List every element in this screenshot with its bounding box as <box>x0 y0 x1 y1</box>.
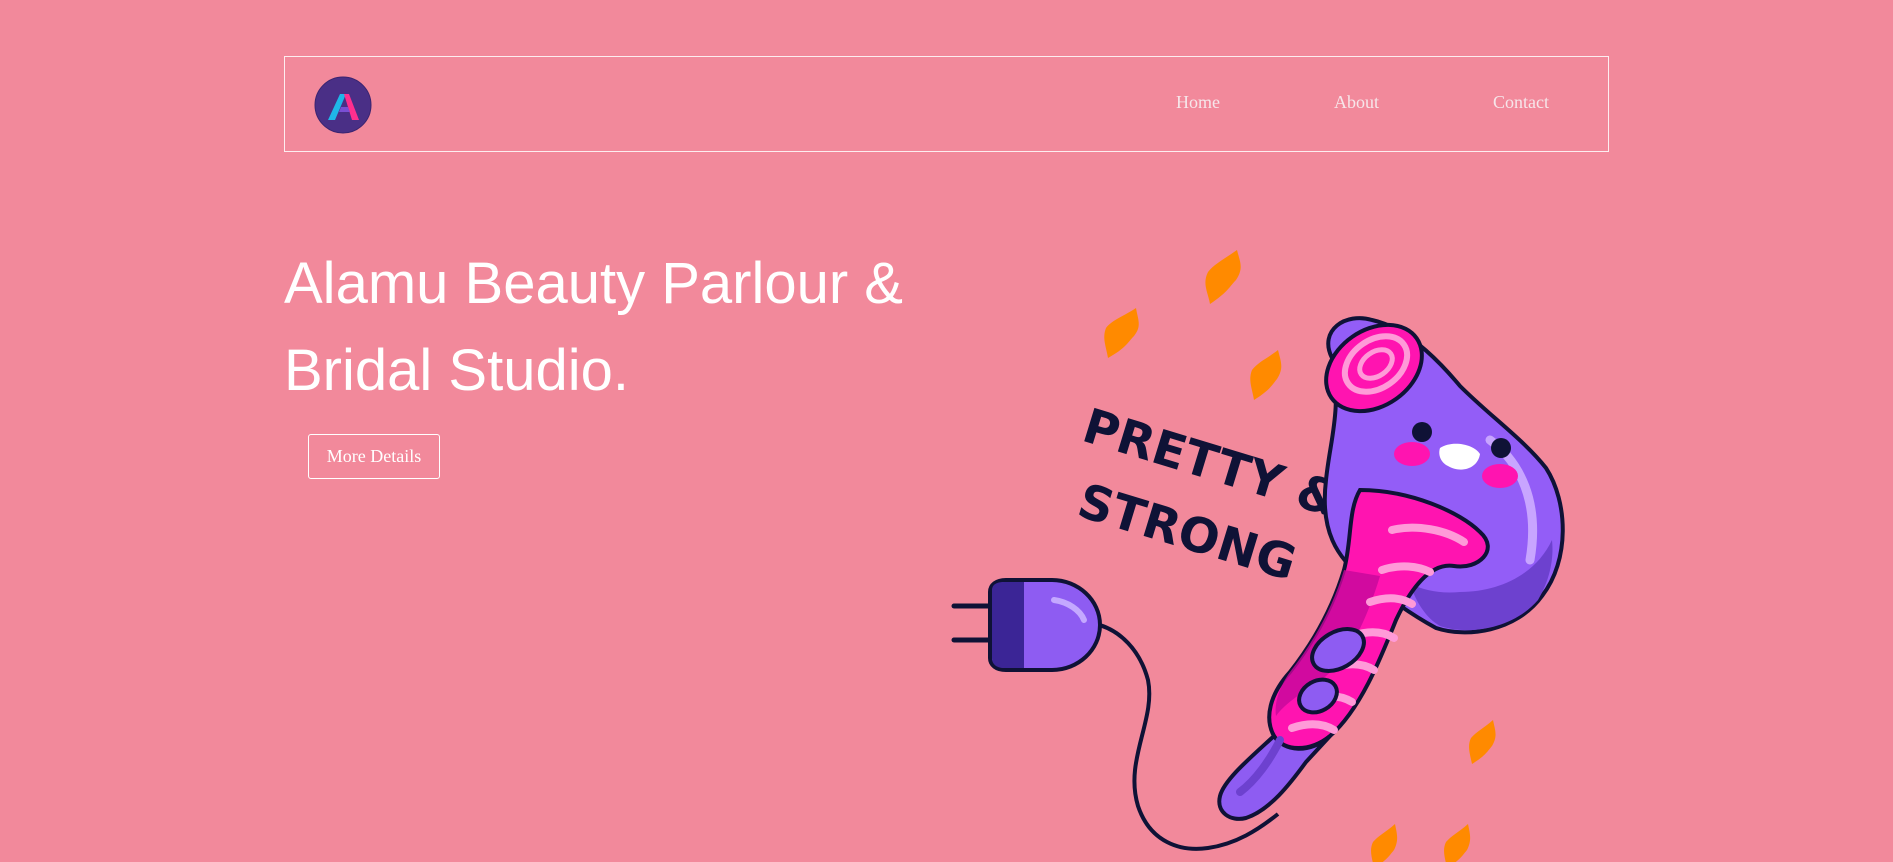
nav-link-about[interactable]: About <box>1334 93 1379 111</box>
more-details-button[interactable]: More Details <box>308 434 440 479</box>
brand-logo-icon[interactable] <box>314 76 372 134</box>
hero-title: Alamu Beauty Parlour & Bridal Studio. <box>284 240 984 414</box>
nav-link-contact[interactable]: Contact <box>1493 93 1549 111</box>
navbar: Home About Contact <box>284 56 1609 152</box>
nav-link-home[interactable]: Home <box>1176 93 1220 111</box>
hair-dryer-illustration-icon: PRETTY & STRONG <box>951 250 1565 862</box>
hero-title-line1: Alamu Beauty Parlour & <box>284 251 903 316</box>
hero-title-line2: Bridal Studio. <box>284 338 629 403</box>
